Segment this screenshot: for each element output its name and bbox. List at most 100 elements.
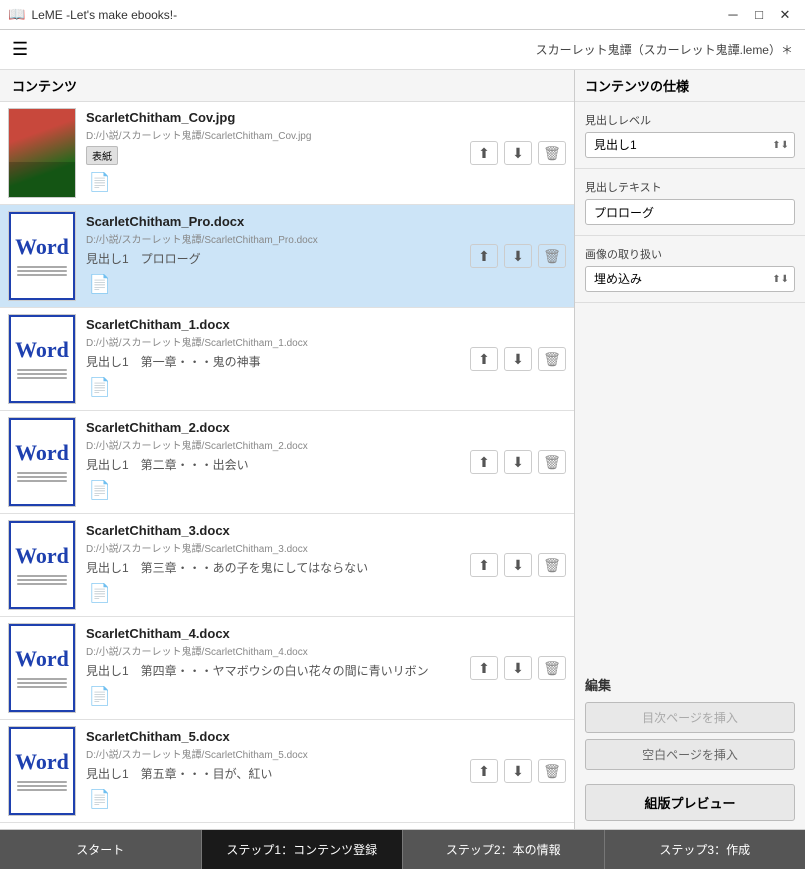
file-icon: 📄 (86, 374, 114, 402)
content-info: ScarletChitham_2.docxD:/小説/スカーレット鬼譚/Scar… (86, 420, 462, 505)
move-up-button[interactable]: ⬆ (470, 553, 498, 577)
minimize-button[interactable]: ─ (721, 4, 745, 26)
move-up-button[interactable]: ⬆ (470, 759, 498, 783)
tab-step3[interactable]: ステップ3：作成 (605, 830, 805, 869)
list-item[interactable]: Word ScarletChitham_Pro.docxD:/小説/スカーレット… (0, 205, 574, 308)
delete-button[interactable]: 🗑 (538, 553, 566, 577)
content-heading: 見出し1 第四章・・・ヤマボウシの白い花々の間に青いリボン (86, 662, 462, 679)
hamburger-menu-icon[interactable]: ☰ (12, 39, 28, 60)
heading-level-select[interactable]: 見出し1 見出し2 見出し3 (585, 132, 795, 158)
content-path: D:/小説/スカーレット鬼譚/ScarletChitham_5.docx (86, 746, 462, 761)
action-row: ⬆ ⬇ 🗑 (470, 553, 566, 577)
image-handling-label: 画像の取り扱い (585, 246, 795, 262)
move-down-button[interactable]: ⬇ (504, 141, 532, 165)
move-up-button[interactable]: ⬆ (470, 141, 498, 165)
move-up-button[interactable]: ⬆ (470, 244, 498, 268)
file-icon: 📄 (86, 169, 114, 197)
app-icon: 📖 (8, 6, 25, 23)
header-bar: ☰ スカーレット鬼譚（スカーレット鬼譚.leme）＊ (0, 30, 805, 70)
content-actions: ⬆ ⬇ 🗑 (462, 141, 566, 165)
delete-button[interactable]: 🗑 (538, 656, 566, 680)
heading-level-section: 見出しレベル 見出し1 見出し2 見出し3 ⬆⬇ (575, 102, 805, 169)
content-filename: ScarletChitham_3.docx (86, 523, 462, 538)
image-handling-section: 画像の取り扱い 埋め込み 外部参照 ⬆⬇ (575, 236, 805, 303)
list-item[interactable]: Word ScarletChitham_3.docx D:/小説/スカーレット鬼譚… (0, 514, 574, 617)
content-thumbnail: Word (8, 314, 76, 404)
tab-start-label: スタート (76, 841, 124, 858)
action-row: ⬆ ⬇ 🗑 (470, 759, 566, 783)
file-icon: 📄 (86, 271, 114, 299)
maximize-button[interactable]: □ (747, 4, 771, 26)
delete-button[interactable]: 🗑 (538, 244, 566, 268)
content-actions: ⬆ ⬇ 🗑 (462, 347, 566, 371)
heading-text-input[interactable] (585, 199, 795, 225)
delete-button[interactable]: 🗑 (538, 141, 566, 165)
delete-button[interactable]: 🗑 (538, 759, 566, 783)
action-row: ⬆ ⬇ 🗑 (470, 347, 566, 371)
move-down-button[interactable]: ⬇ (504, 244, 532, 268)
content-heading: 見出し1 第五章・・・目が、紅い (86, 765, 462, 782)
content-filename: ScarletChitham_Cov.jpg (86, 110, 462, 125)
content-filename: ScarletChitham_5.docx (86, 729, 462, 744)
file-icon: 📄 (86, 477, 114, 505)
main-area: コンテンツ ScarletChitham_Cov.jpgD:/小説/スカーレット… (0, 70, 805, 829)
move-up-button[interactable]: ⬆ (470, 450, 498, 474)
preview-button[interactable]: 組版プレビュー (585, 784, 795, 821)
blank-insert-button[interactable]: 空白ページを挿入 (585, 739, 795, 770)
move-down-button[interactable]: ⬇ (504, 656, 532, 680)
tab-step1[interactable]: ステップ1：コンテンツ登録 (202, 830, 404, 869)
move-down-button[interactable]: ⬇ (504, 347, 532, 371)
toc-insert-button[interactable]: 目次ページを挿入 (585, 702, 795, 733)
edit-label: 編集 (585, 675, 795, 694)
move-down-button[interactable]: ⬇ (504, 450, 532, 474)
content-filename: ScarletChitham_4.docx (86, 626, 462, 641)
list-item[interactable]: ScarletChitham_Cov.jpgD:/小説/スカーレット鬼譚/Sca… (0, 102, 574, 205)
tab-step3-label: ステップ3：作成 (659, 841, 750, 858)
title-bar-left: 📖 LeME -Let's make ebooks!- (8, 6, 177, 23)
action-row: ⬆ ⬇ 🗑 (470, 450, 566, 474)
list-item[interactable]: Word ScarletChitham_2.docxD:/小説/スカーレット鬼譚… (0, 411, 574, 514)
right-panel-spacer (575, 303, 805, 667)
word-icon: Word (15, 337, 69, 363)
content-actions: ⬆ ⬇ 🗑 (462, 450, 566, 474)
content-info: ScarletChitham_1.docxD:/小説/スカーレット鬼譚/Scar… (86, 317, 462, 402)
move-up-button[interactable]: ⬆ (470, 656, 498, 680)
delete-button[interactable]: 🗑 (538, 450, 566, 474)
bottom-tabs: スタート ステップ1：コンテンツ登録 ステップ2：本の情報 ステップ3：作成 (0, 829, 805, 869)
file-icon: 📄 (86, 683, 114, 711)
content-thumbnail: Word (8, 520, 76, 610)
content-heading: 見出し1 プロローグ (86, 250, 462, 267)
content-path: D:/小説/スカーレット鬼譚/ScarletChitham_1.docx (86, 334, 462, 349)
content-info: ScarletChitham_5.docx D:/小説/スカーレット鬼譚/Scar… (86, 729, 462, 814)
content-type-badge: 表紙 (86, 146, 118, 165)
move-up-button[interactable]: ⬆ (470, 347, 498, 371)
heading-level-select-wrapper: 見出し1 見出し2 見出し3 ⬆⬇ (585, 132, 795, 158)
content-path: D:/小説/スカーレット鬼譚/ScarletChitham_4.docx (86, 643, 462, 658)
content-info: ScarletChitham_Pro.docxD:/小説/スカーレット鬼譚/Sc… (86, 214, 462, 299)
delete-button[interactable]: 🗑 (538, 347, 566, 371)
heading-text-section: 見出しテキスト (575, 169, 805, 236)
content-heading: 見出し1 第三章・・・あの子を鬼にしてはならない (86, 559, 462, 576)
move-down-button[interactable]: ⬇ (504, 553, 532, 577)
current-filename: スカーレット鬼譚（スカーレット鬼譚.leme）＊ (536, 41, 793, 58)
list-item[interactable]: Word ScarletChitham_4.docx D:/小説/スカーレット鬼譚… (0, 617, 574, 720)
list-item[interactable]: Word ScarletChitham_5.docxD:/小説/スカーレット鬼譚… (0, 720, 574, 823)
heading-level-label: 見出しレベル (585, 112, 795, 128)
edit-section: 編集 目次ページを挿入 空白ページを挿入 組版プレビュー (575, 667, 805, 829)
word-icon: Word (15, 646, 69, 672)
word-icon: Word (15, 234, 69, 260)
content-actions: ⬆ ⬇ 🗑 (462, 553, 566, 577)
image-handling-select[interactable]: 埋め込み 外部参照 (585, 266, 795, 292)
tab-start[interactable]: スタート (0, 830, 202, 869)
title-bar-controls: ─ □ ✕ (721, 4, 797, 26)
list-item[interactable]: Word ScarletChitham_1.docxD:/小説/スカーレット鬼譚… (0, 308, 574, 411)
file-icon: 📄 (86, 786, 114, 814)
tab-step2[interactable]: ステップ2：本の情報 (403, 830, 605, 869)
title-bar: 📖 LeME -Let's make ebooks!- ─ □ ✕ (0, 0, 805, 30)
move-down-button[interactable]: ⬇ (504, 759, 532, 783)
close-button[interactable]: ✕ (773, 4, 797, 26)
content-path: D:/小説/スカーレット鬼譚/ScarletChitham_3.docx (86, 540, 462, 555)
word-icon: Word (15, 440, 69, 466)
action-row: ⬆ ⬇ 🗑 (470, 656, 566, 680)
content-thumbnail (8, 108, 76, 198)
